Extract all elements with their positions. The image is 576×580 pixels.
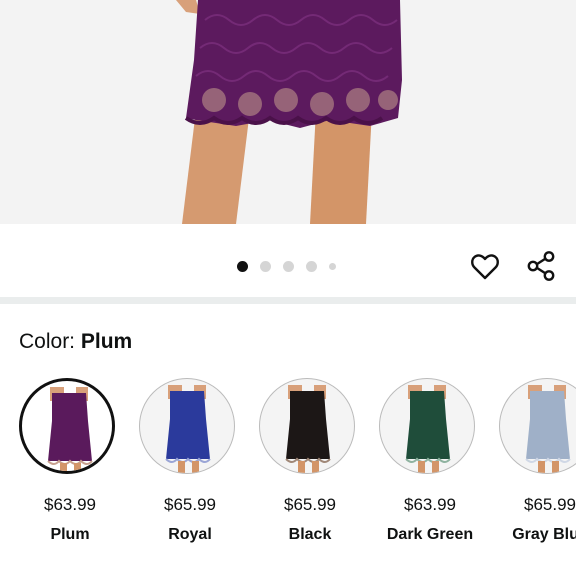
product-detail-page: Color: Plum $63.99 Plum $65.99 Royal $65… (0, 0, 576, 580)
swatch-name: Dark Green (386, 526, 474, 543)
color-label-prefix: Color: (19, 330, 81, 353)
swatch-price: $65.99 (284, 495, 336, 514)
selected-color-name: Plum (80, 330, 133, 353)
swatch-name: Royal (168, 526, 212, 543)
pager-dot[interactable] (283, 260, 294, 272)
color-swatch-list: $63.99 Plum $65.99 Royal $65.99 Black $6… (0, 376, 576, 580)
section-divider (0, 297, 576, 304)
color-label: Color: Plum (19, 329, 132, 355)
swatch-thumbnail[interactable] (19, 378, 115, 474)
dress-shape (48, 393, 92, 461)
pager-dot-active[interactable] (237, 260, 248, 272)
dress-thumbnail (165, 385, 211, 473)
swatch-name: Plum (50, 526, 90, 543)
dress-thumbnail (47, 387, 93, 471)
swatch-name: Black (288, 526, 332, 543)
pager-dot[interactable] (329, 262, 336, 270)
image-pager-dots[interactable] (237, 260, 348, 272)
swatch-thumbnail[interactable] (259, 378, 355, 474)
dress-thumbnail (405, 385, 451, 473)
share-icon (527, 251, 555, 281)
swatch-thumbnail[interactable] (499, 378, 576, 474)
favorite-button[interactable] (467, 249, 503, 285)
product-image[interactable] (0, 0, 576, 224)
swatch-thumbnail[interactable] (139, 378, 235, 474)
dress-shape (166, 391, 210, 459)
dress-shape (286, 391, 330, 459)
share-button[interactable] (523, 248, 559, 284)
swatch-price: $65.99 (164, 495, 216, 514)
pager-dot[interactable] (306, 260, 317, 272)
swatch-thumbnail[interactable] (379, 378, 475, 474)
swatch-price: $65.99 (524, 495, 576, 514)
dress-shape (526, 391, 570, 459)
swatch-price: $63.99 (404, 495, 456, 514)
dress-photo (0, 0, 576, 224)
swatch-price: $63.99 (44, 495, 96, 514)
heart-icon (471, 254, 499, 280)
pager-dot[interactable] (260, 260, 271, 272)
dress-thumbnail (525, 385, 571, 473)
swatch-name: Gray Blue (512, 526, 576, 543)
dress-thumbnail (285, 385, 331, 473)
dress-shape (406, 391, 450, 459)
